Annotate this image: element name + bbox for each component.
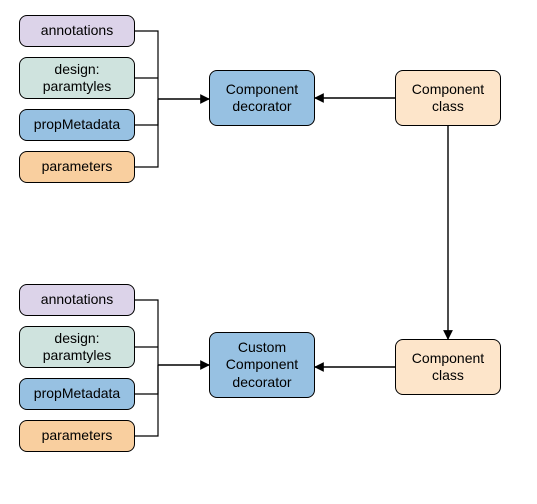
parameters-box-bottom: parameters xyxy=(19,420,135,452)
design-paramtyles-box-top: design:paramtyles xyxy=(19,57,135,99)
custom-component-decorator-box-bottom: CustomComponentdecorator xyxy=(209,332,315,398)
bracket-top xyxy=(135,31,209,167)
label: design:paramtyles xyxy=(43,61,111,96)
design-paramtyles-box-bottom: design:paramtyles xyxy=(19,326,135,368)
label: Componentdecorator xyxy=(226,81,298,116)
component-class-box-bottom: Componentclass xyxy=(395,339,501,395)
label: Componentclass xyxy=(412,81,484,116)
propmetadata-box-bottom: propMetadata xyxy=(19,378,135,410)
parameters-box-top: parameters xyxy=(19,151,135,183)
label: propMetadata xyxy=(34,385,120,403)
label: CustomComponentdecorator xyxy=(226,339,298,392)
annotations-box-bottom: annotations xyxy=(19,284,135,316)
component-class-box-top: Componentclass xyxy=(395,70,501,126)
label: propMetadata xyxy=(34,116,120,134)
label: design:paramtyles xyxy=(43,330,111,365)
label: parameters xyxy=(42,158,113,176)
label: annotations xyxy=(41,291,113,309)
component-decorator-box-top: Componentdecorator xyxy=(209,70,315,126)
annotations-box-top: annotations xyxy=(19,15,135,47)
bracket-bottom xyxy=(135,300,209,436)
label: Componentclass xyxy=(412,350,484,385)
label: parameters xyxy=(42,427,113,445)
propmetadata-box-top: propMetadata xyxy=(19,109,135,141)
label: annotations xyxy=(41,22,113,40)
